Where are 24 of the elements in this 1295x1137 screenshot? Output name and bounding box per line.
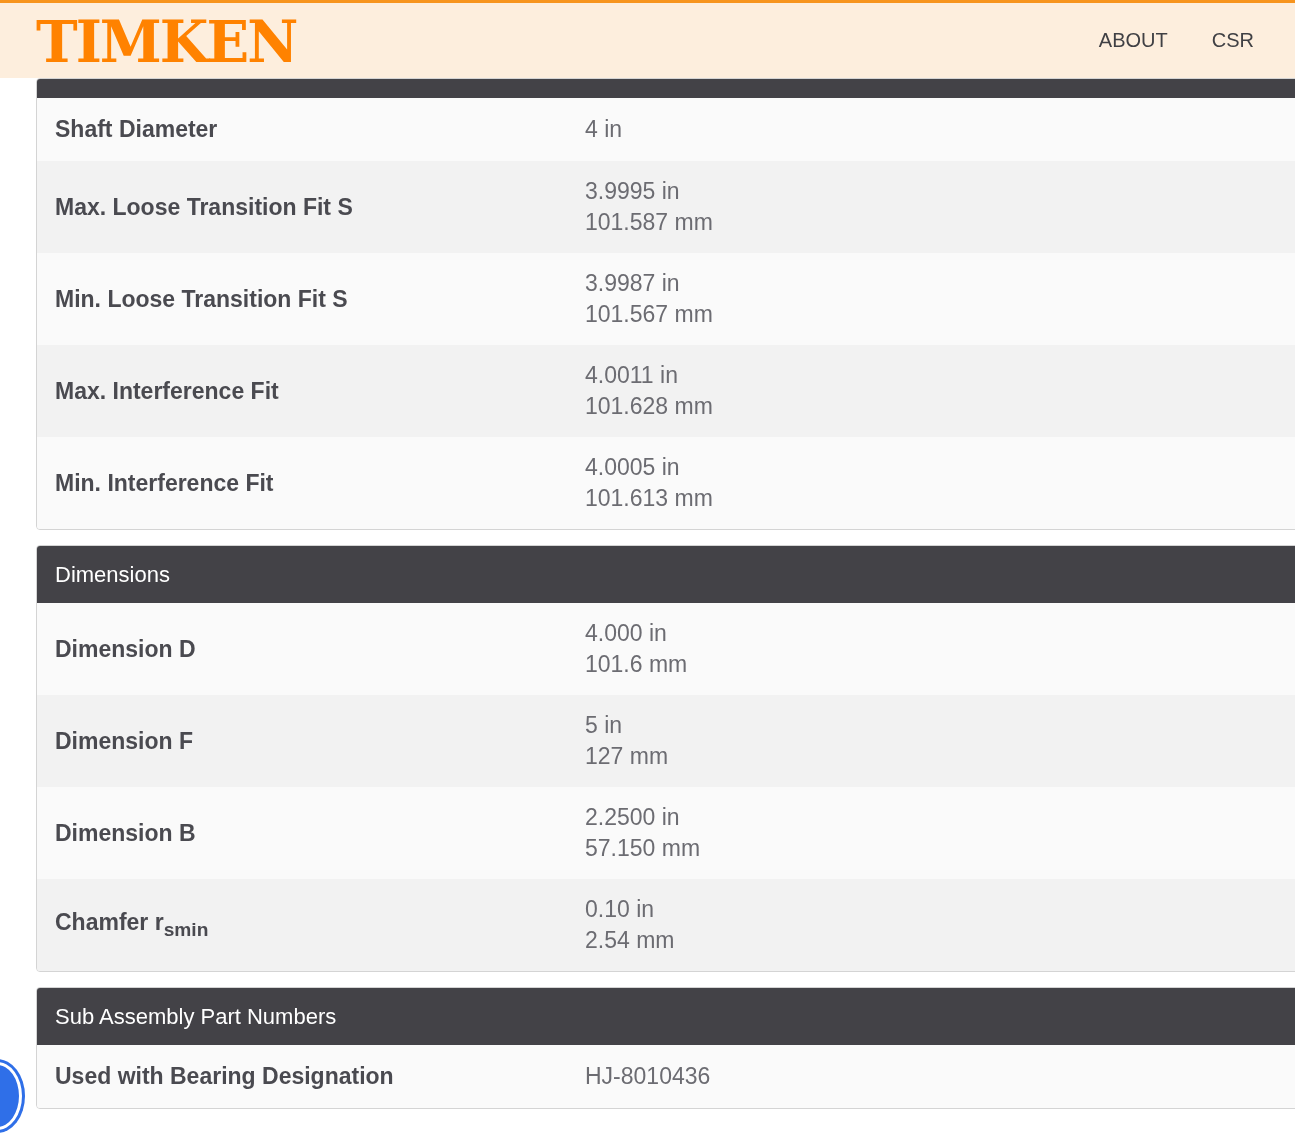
spec-value: 0.10 in 2.54 mm	[585, 895, 675, 955]
spec-label: Max. Interference Fit	[54, 377, 280, 405]
spec-value: 5 in 127 mm	[585, 711, 669, 771]
spec-value: 4.0011 in 101.628 mm	[585, 361, 713, 421]
spec-label: Dimension F	[54, 727, 194, 755]
section-heading: Sub Assembly Part Numbers	[37, 988, 1295, 1045]
spec-value: 2.2500 in 57.150 mm	[585, 803, 701, 863]
spec-label: Dimension D	[54, 635, 197, 663]
spec-value: HJ-8010436	[585, 1062, 711, 1091]
spec-label: Min. Loose Transition Fit S	[54, 285, 349, 313]
section-heading: Dimensions	[37, 546, 1295, 603]
spec-value: 4.000 in 101.6 mm	[585, 619, 688, 679]
spec-label: Chamfer r$_{smin}$	[54, 909, 210, 941]
spec-label: Shaft Diameter	[54, 116, 219, 143]
nav-link[interactable]: CSR	[1211, 29, 1254, 52]
spec-label: Dimension B	[54, 819, 197, 847]
spec-value: 4 in	[585, 115, 623, 144]
spec-label: Max. Loose Transition Fit S	[54, 193, 354, 221]
spec-value: 3.9995 in 101.587 mm	[585, 177, 713, 237]
spec-value: 3.9987 in 101.567 mm	[585, 269, 713, 329]
spec-label: Min. Interference Fit	[54, 469, 275, 497]
nav-link[interactable]: ABOUT	[1098, 29, 1168, 52]
spec-label: Used with Bearing Designation	[54, 1063, 395, 1090]
spec-value: 4.0005 in 101.613 mm	[585, 453, 713, 513]
